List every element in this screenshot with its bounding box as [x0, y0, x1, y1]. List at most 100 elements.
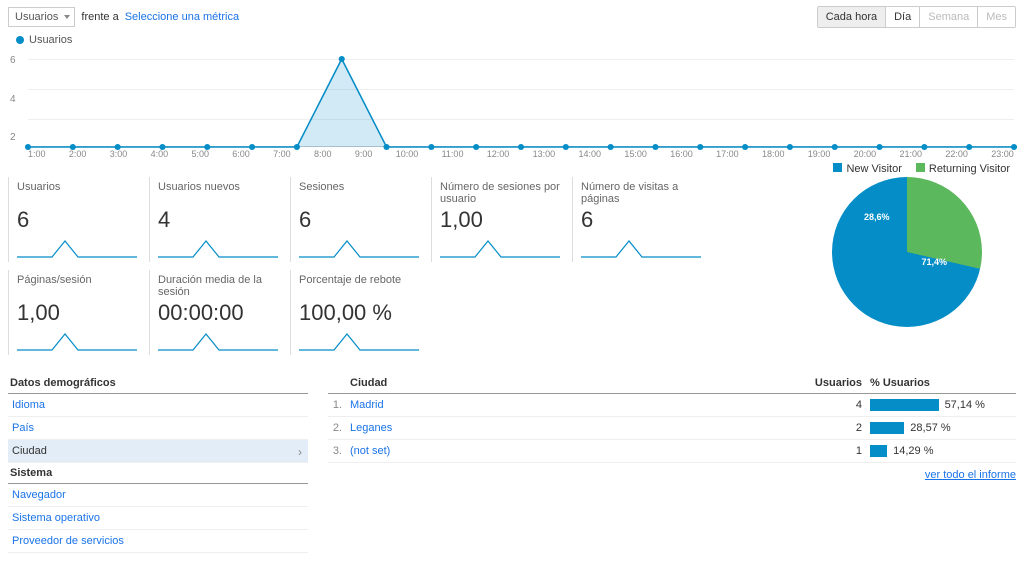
chart-series-legend: Usuarios	[16, 34, 72, 46]
xtick: 23:00	[991, 149, 1014, 159]
pie-legend-returning-label: Returning Visitor	[929, 163, 1010, 175]
sidebar-heading-demographics: Datos demográficos	[8, 373, 308, 394]
sidebar-item-país[interactable]: País	[8, 417, 308, 440]
table-row: 3. (not set) 1 14,29 %	[328, 440, 1016, 463]
square-icon	[916, 163, 925, 172]
granularity-toggle[interactable]: Cada hora Día Semana Mes	[817, 6, 1016, 28]
col-users[interactable]: Usuarios	[796, 373, 866, 394]
row-index: 3.	[328, 440, 346, 463]
metric-dropdown[interactable]: Usuarios	[8, 7, 75, 27]
scorecard-label: Duración media de la sesión	[158, 274, 282, 298]
pct-value: 14,29 %	[893, 445, 933, 457]
sidebar-item-sistema-operativo[interactable]: Sistema operativo	[8, 507, 308, 530]
table-row: 1.Madrid457,14 %	[328, 394, 1016, 417]
legend-dot-icon	[16, 36, 24, 44]
scorecard-label: Número de visitas a páginas	[581, 181, 705, 205]
chart-series-label: Usuarios	[29, 34, 72, 46]
xtick: 5:00	[191, 149, 209, 159]
xtick: 12:00	[487, 149, 510, 159]
granularity-day[interactable]: Día	[886, 7, 920, 27]
visitor-pie-chart: 71,4% 28,6%	[832, 177, 982, 327]
ytick: 4	[10, 94, 16, 105]
full-report-link[interactable]: ver todo el informe	[925, 469, 1016, 481]
granularity-month[interactable]: Mes	[978, 7, 1015, 27]
scorecard-value: 6	[581, 205, 705, 233]
xtick: 22:00	[945, 149, 968, 159]
scorecard-label: Usuarios nuevos	[158, 181, 282, 205]
pie-legend-returning: Returning Visitor	[916, 163, 1010, 175]
scorecard-label: Sesiones	[299, 181, 423, 205]
square-icon	[833, 163, 842, 172]
xtick: 8:00	[314, 149, 332, 159]
pie-slice-label-new: 71,4%	[921, 257, 947, 267]
pct-value: 57,14 %	[945, 399, 985, 411]
scorecard-value: 1,00	[440, 205, 564, 233]
city-link[interactable]: (not set)	[350, 445, 390, 457]
xtick: 10:00	[396, 149, 419, 159]
xtick: 7:00	[273, 149, 291, 159]
xtick: 4:00	[151, 149, 169, 159]
scorecard-label: Número de sesiones por usuario	[440, 181, 564, 205]
xtick: 17:00	[716, 149, 739, 159]
xtick: 20:00	[854, 149, 877, 159]
scorecard-label: Usuarios	[17, 181, 141, 205]
scorecard-label: Páginas/sesión	[17, 274, 141, 298]
sidebar-item-navegador[interactable]: Navegador	[8, 484, 308, 507]
xtick: 21:00	[900, 149, 923, 159]
ytick: 2	[10, 132, 16, 143]
xtick: 2:00	[69, 149, 87, 159]
col-pct[interactable]: % Usuarios	[866, 373, 1016, 394]
scorecard-value: 100,00 %	[299, 298, 423, 326]
users-value: 1	[796, 440, 866, 463]
scorecard[interactable]: Usuarios6	[8, 177, 149, 262]
xtick: 19:00	[808, 149, 831, 159]
pie-legend-new-label: New Visitor	[846, 163, 901, 175]
scorecard-label: Porcentaje de rebote	[299, 274, 423, 298]
xtick: 3:00	[110, 149, 128, 159]
pct-value: 28,57 %	[910, 422, 950, 434]
users-value: 4	[796, 394, 866, 417]
pct-bar	[870, 422, 904, 434]
xtick: 13:00	[533, 149, 556, 159]
scorecard[interactable]: Duración media de la sesión00:00:00	[149, 270, 290, 355]
city-table: Ciudad Usuarios % Usuarios 1.Madrid457,1…	[328, 373, 1016, 463]
scorecard-value: 4	[158, 205, 282, 233]
xtick: 18:00	[762, 149, 785, 159]
city-link[interactable]: Madrid	[350, 399, 384, 411]
scorecard-value: 00:00:00	[158, 298, 282, 326]
scorecard[interactable]: Número de visitas a páginas6	[572, 177, 713, 262]
granularity-week[interactable]: Semana	[920, 7, 978, 27]
xtick: 11:00	[442, 149, 464, 159]
xtick: 16:00	[670, 149, 693, 159]
pie-slice-label-returning: 28,6%	[864, 212, 890, 222]
xtick: 1:00	[28, 149, 46, 159]
col-dim[interactable]: Ciudad	[346, 373, 796, 394]
scorecard[interactable]: Páginas/sesión1,00	[8, 270, 149, 355]
scorecard[interactable]: Sesiones6	[290, 177, 431, 262]
sidebar-heading-system: Sistema	[8, 463, 308, 484]
xtick: 9:00	[355, 149, 373, 159]
xtick: 14:00	[579, 149, 602, 159]
sidebar-item-proveedor-de-servicios[interactable]: Proveedor de servicios	[8, 530, 308, 553]
scorecard[interactable]: Usuarios nuevos4	[149, 177, 290, 262]
ytick: 6	[10, 55, 16, 66]
row-index: 2.	[328, 417, 346, 440]
xtick: 15:00	[624, 149, 647, 159]
select-metric-link[interactable]: Seleccione una métrica	[125, 11, 239, 23]
line-chart: 6 4 2	[0, 47, 1024, 147]
sidebar-item-ciudad[interactable]: Ciudad	[8, 440, 308, 463]
vs-label: frente a	[81, 11, 118, 23]
scorecard-value: 1,00	[17, 298, 141, 326]
scorecard-value: 6	[299, 205, 423, 233]
sidebar-item-idioma[interactable]: Idioma	[8, 394, 308, 417]
city-link[interactable]: Leganes	[350, 422, 392, 434]
xtick: 6:00	[232, 149, 250, 159]
pct-bar	[870, 445, 887, 457]
scorecard[interactable]: Número de sesiones por usuario1,00	[431, 177, 572, 262]
users-value: 2	[796, 417, 866, 440]
table-row: 2. Leganes 2 28,57 %	[328, 417, 1016, 440]
granularity-hour[interactable]: Cada hora	[818, 7, 886, 27]
scorecard-value: 6	[17, 205, 141, 233]
scorecard[interactable]: Porcentaje de rebote100,00 %	[290, 270, 431, 355]
scorecards: Usuarios6Usuarios nuevos4Sesiones6Número…	[8, 177, 778, 355]
